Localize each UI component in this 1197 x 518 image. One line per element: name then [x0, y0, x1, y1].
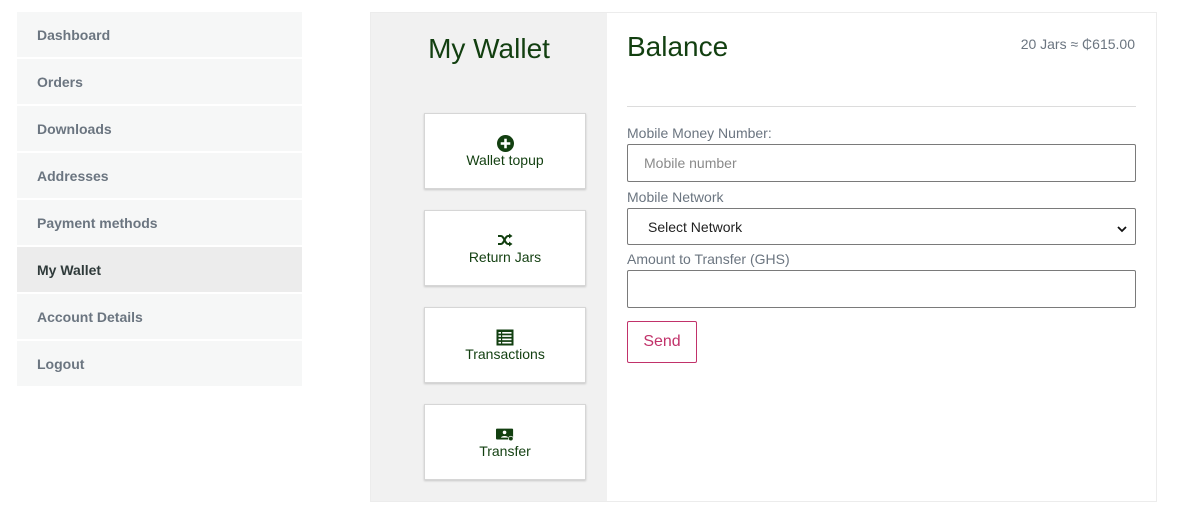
- wallet-sidebar: My Wallet Wallet topup Return Jars Trans…: [371, 13, 607, 501]
- nav-item-logout[interactable]: Logout: [17, 341, 302, 386]
- nav-item-orders[interactable]: Orders: [17, 59, 302, 104]
- nav-item-label: Account Details: [37, 308, 143, 325]
- mobile-network-selected: Select Network: [648, 218, 743, 235]
- nav-item-addresses[interactable]: Addresses: [17, 153, 302, 198]
- nav-item-dashboard[interactable]: Dashboard: [17, 12, 302, 57]
- chevron-down-icon: [1117, 221, 1127, 233]
- nav-item-label: Dashboard: [37, 26, 111, 43]
- mobile-network-select[interactable]: Select Network: [627, 208, 1136, 245]
- nav-item-label: Addresses: [37, 167, 109, 184]
- wallet-title: My Wallet: [428, 33, 550, 64]
- plus-circle-icon: [496, 134, 514, 152]
- nav-item-payment-methods[interactable]: Payment methods: [17, 200, 302, 245]
- amount-label: Amount to Transfer (GHS): [627, 251, 790, 267]
- account-nav: Dashboard Orders Downloads Addresses Pay…: [17, 12, 302, 388]
- nav-item-my-wallet[interactable]: My Wallet: [17, 247, 302, 292]
- transfer-button[interactable]: Transfer: [424, 404, 586, 480]
- return-jars-button[interactable]: Return Jars: [424, 210, 586, 286]
- nav-item-account-details[interactable]: Account Details: [17, 294, 302, 339]
- nav-item-label: Orders: [37, 73, 83, 90]
- shuffle-icon: [496, 231, 514, 249]
- send-button[interactable]: Send: [627, 321, 697, 363]
- transfer-label: Transfer: [479, 443, 531, 459]
- money-transfer-icon: [496, 425, 514, 443]
- nav-item-label: My Wallet: [37, 261, 102, 278]
- nav-item-downloads[interactable]: Downloads: [17, 106, 302, 151]
- wallet-topup-label: Wallet topup: [466, 152, 544, 168]
- nav-item-label: Logout: [37, 355, 85, 372]
- return-jars-label: Return Jars: [468, 249, 542, 265]
- balance-title: Balance: [627, 31, 729, 62]
- transactions-button[interactable]: Transactions: [424, 307, 586, 383]
- nav-item-label: Payment methods: [37, 214, 158, 231]
- amount-input[interactable]: [627, 270, 1136, 308]
- wallet-topup-button[interactable]: Wallet topup: [424, 113, 586, 189]
- mobile-network-label: Mobile Network: [627, 189, 724, 205]
- transactions-label: Transactions: [465, 346, 545, 362]
- mobile-number-label: Mobile Money Number:: [627, 125, 772, 141]
- mobile-number-input[interactable]: [627, 144, 1136, 182]
- list-table-icon: [496, 328, 514, 346]
- nav-item-label: Downloads: [37, 120, 112, 137]
- wallet-panel: My Wallet Wallet topup Return Jars Trans…: [370, 12, 1157, 502]
- divider: [627, 106, 1136, 107]
- balance-summary: 20 Jars ≈ ₵615.00: [1020, 36, 1135, 52]
